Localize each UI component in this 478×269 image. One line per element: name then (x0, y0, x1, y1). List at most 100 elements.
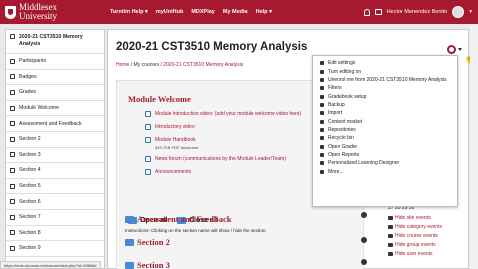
instructions-text: Instructions: Clicking on the section na… (125, 228, 267, 233)
menu-personalized-learning-designer[interactable]: Personalized Learning Designer (313, 159, 457, 167)
sidebar-item-section-9[interactable]: Section 9 (6, 241, 104, 257)
sidebar-item-grades[interactable]: Grades (6, 85, 104, 101)
hide-course-events[interactable]: Hide course events (388, 233, 438, 239)
video-icon (145, 124, 151, 130)
sidebar-item-section-6[interactable]: Section 6 (6, 194, 104, 210)
nav-mdxplay[interactable]: MDXPlay (191, 9, 215, 15)
folder-icon (125, 215, 134, 223)
nav-help[interactable]: Help ▾ (256, 9, 272, 15)
grader-icon (320, 144, 324, 149)
gear-icon (320, 169, 324, 174)
activity-announcements[interactable]: Announcements (145, 169, 191, 175)
breadcrumb-course[interactable]: 2020-21 CST3510 Memory Analysis (163, 62, 243, 68)
folder-icon (10, 105, 15, 111)
shield-icon (5, 5, 16, 19)
filter-icon (320, 86, 324, 91)
sidebar-item-section-8[interactable]: Section 8 (6, 226, 104, 242)
university-logo[interactable]: Middlesex University (0, 3, 110, 21)
chevron-down-icon[interactable]: ▾ (469, 9, 472, 15)
table-icon (10, 89, 15, 95)
page-scrollbar[interactable] (470, 24, 478, 269)
gear-icon[interactable] (447, 45, 456, 54)
users-icon (10, 58, 15, 64)
menu-turn-editing-on[interactable]: Turn editing on (313, 67, 457, 75)
eye-icon (388, 225, 393, 229)
breadcrumb-my-courses[interactable]: My courses (134, 62, 160, 68)
sidebar-item-course[interactable]: 2020-21 CST3510 Memory Analysis (6, 30, 104, 54)
eye-icon (388, 243, 393, 247)
folder-icon (10, 214, 15, 220)
user-icon (320, 77, 324, 82)
sidebar-item-module-welcome[interactable]: Module Welcome (6, 101, 104, 117)
handbook-meta: 549.7KB PDF document (155, 145, 199, 150)
activity-news-forum[interactable]: News forum (communications by the Module… (145, 156, 286, 162)
hide-category-events[interactable]: Hide category events (388, 224, 442, 230)
section-assessment[interactable]: Assessment and Feedback (125, 214, 231, 224)
breadcrumb: Home / My courses / 2020-21 CST3510 Memo… (116, 62, 244, 68)
hide-user-events[interactable]: Hide user events (388, 251, 433, 257)
chevron-down-icon[interactable] (458, 48, 462, 51)
menu-gradebook-setup[interactable]: Gradebook setup (313, 92, 457, 100)
designer-icon (320, 161, 324, 166)
activity-intro-video[interactable]: Introductory video (145, 124, 195, 130)
course-admin-menu: Edit settings Turn editing on Unenrol me… (312, 55, 458, 207)
eye-icon (388, 252, 393, 256)
menu-recycle-bin[interactable]: Recycle bin (313, 134, 457, 142)
forum-icon (145, 169, 151, 175)
folder-icon (10, 199, 15, 205)
pdf-icon (145, 137, 151, 143)
menu-edit-settings[interactable]: Edit settings (313, 59, 457, 67)
sidebar-item-section-2[interactable]: Section 2 (6, 132, 104, 148)
breadcrumb-home[interactable]: Home (116, 62, 129, 68)
upload-icon (320, 102, 324, 107)
folder-icon (10, 167, 15, 173)
menu-unenrol[interactable]: Unenrol me from 2020-21 CST3510 Memory A… (313, 76, 457, 84)
import-icon (320, 111, 324, 116)
menu-repositories[interactable]: Repositories (313, 126, 457, 134)
forum-icon (145, 156, 151, 162)
sidebar-item-section-4[interactable]: Section 4 (6, 163, 104, 179)
menu-open-grader[interactable]: Open Grader (313, 142, 457, 150)
sidebar-item-assessment[interactable]: Assessment and Feedback (6, 116, 104, 132)
folder-icon (10, 183, 15, 189)
folder-icon (10, 152, 15, 158)
section-title-module-welcome[interactable]: Module Welcome (128, 94, 191, 104)
nav-turnitin-help[interactable]: Turnitin Help ▾ (110, 9, 148, 15)
bell-icon[interactable] (363, 8, 370, 16)
sidebar-item-section-7[interactable]: Section 7 (6, 210, 104, 226)
top-navbar: Middlesex University Turnitin Help ▾ myU… (0, 0, 478, 24)
menu-import[interactable]: Import (313, 109, 457, 117)
hide-site-events[interactable]: Hide site events (388, 215, 431, 221)
section-2[interactable]: Section 2 (125, 237, 170, 247)
folder-icon (10, 230, 15, 236)
nav-myunihub[interactable]: myUniHub (156, 9, 184, 15)
plus-icon (320, 119, 324, 124)
status-bar: https://mdx.mrooms.net/course/view.php?i… (0, 261, 101, 269)
sidebar-item-participants[interactable]: Participants (6, 54, 104, 70)
folder-icon (125, 261, 134, 269)
hide-group-events[interactable]: Hide group events (388, 242, 436, 248)
trash-icon (320, 136, 324, 141)
sidebar-item-badges[interactable]: Badges (6, 70, 104, 86)
nav-my-media[interactable]: My Media (223, 9, 248, 15)
activity-module-handbook[interactable]: Module Handbook (145, 137, 196, 143)
chat-icon[interactable] (374, 9, 382, 15)
menu-backup[interactable]: Backup (313, 101, 457, 109)
section-3[interactable]: Section 3 (125, 260, 170, 269)
menu-content-market[interactable]: Content market (313, 117, 457, 125)
folder-icon (10, 245, 15, 251)
menu-more[interactable]: More... (313, 167, 457, 175)
activity-intro-video-placeholder[interactable]: Module introduction video: (add your mod… (145, 111, 301, 117)
pencil-icon (320, 69, 324, 74)
menu-open-reports[interactable]: Open Reports (313, 151, 457, 159)
logo-text-line2: University (19, 11, 57, 21)
sidebar-item-section-5[interactable]: Section 5 (6, 179, 104, 195)
sidebar-item-section-3[interactable]: Section 3 (6, 148, 104, 164)
page-title: 2020-21 CST3510 Memory Analysis (116, 41, 308, 53)
eye-icon (388, 234, 393, 238)
menu-filters[interactable]: Filters (313, 84, 457, 92)
folder-icon (10, 121, 15, 127)
badge-icon (10, 74, 15, 80)
avatar[interactable] (452, 6, 465, 18)
user-name[interactable]: Hector Menendez Benito (387, 9, 448, 15)
